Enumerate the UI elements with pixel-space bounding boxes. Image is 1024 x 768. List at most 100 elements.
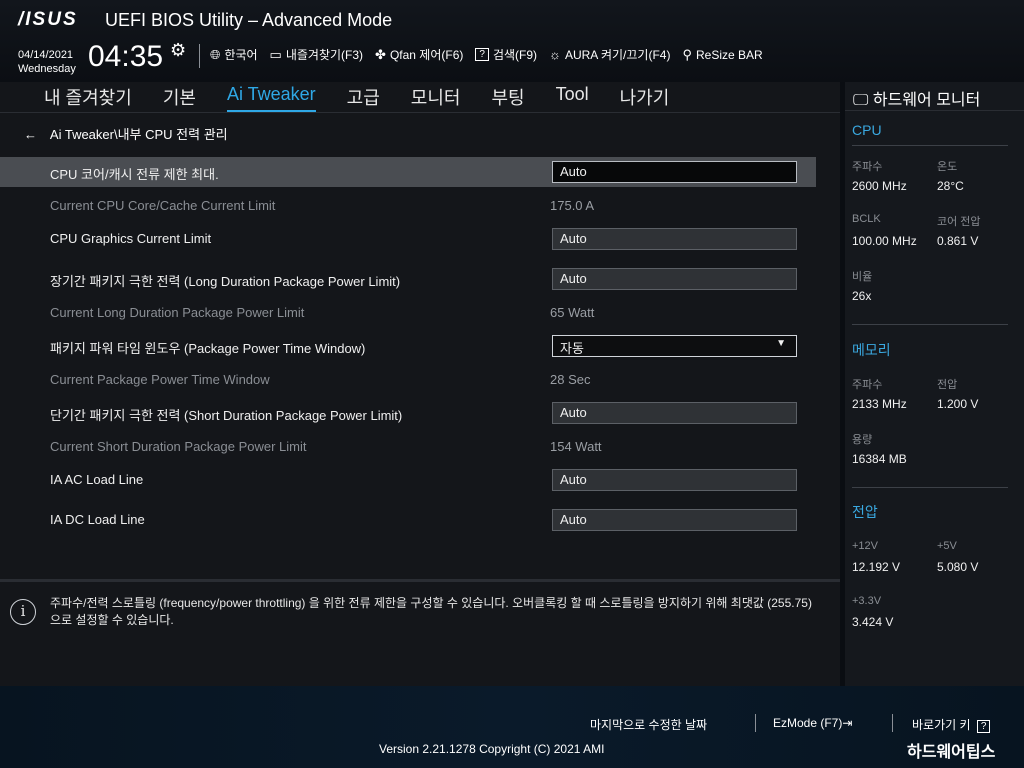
main-panel: 내 즐겨찾기 기본 Ai Tweaker 고급 모니터 부팅 Tool 나가기 … xyxy=(0,82,840,686)
setting-value: 175.0 A xyxy=(550,198,595,213)
hotkeys-label: 바로가기 키 xyxy=(912,718,971,732)
setting-label: Current Short Duration Package Power Lim… xyxy=(50,439,307,454)
v12-value: 12.192 V xyxy=(852,560,901,574)
setting-label: CPU 코어/캐시 전류 제한 최대. xyxy=(50,167,219,182)
setting-row-package-time-window[interactable]: 패키지 파워 타임 윈도우 (Package Power Time Window… xyxy=(0,331,816,361)
divider xyxy=(892,714,893,732)
ratio-value: 26x xyxy=(852,289,872,303)
cpu-graphics-limit-input[interactable]: Auto xyxy=(552,228,797,250)
hardware-monitor-label: 하드웨어 모니터 xyxy=(872,92,981,109)
setting-label: IA DC Load Line xyxy=(50,512,145,527)
header: /ISUS UEFI BIOS Utility – Advanced Mode … xyxy=(0,0,1024,82)
search-label: 검색(F9) xyxy=(492,48,538,62)
search-button[interactable]: ? 검색(F9) xyxy=(475,46,537,63)
setting-row-short-duration-limit[interactable]: 단기간 패키지 극한 전력 (Short Duration Package Po… xyxy=(0,398,816,428)
setting-label: Current CPU Core/Cache Current Limit xyxy=(50,198,276,213)
tab-tool[interactable]: Tool xyxy=(556,84,589,112)
ia-ac-load-line-input[interactable]: Auto xyxy=(552,469,797,491)
day-text: Wednesday xyxy=(18,63,76,75)
short-duration-limit-input[interactable]: Auto xyxy=(552,402,797,424)
setting-row-cpu-core-cache-limit[interactable]: CPU 코어/캐시 전류 제한 최대. Auto xyxy=(0,157,816,187)
setting-row-long-duration-limit[interactable]: 장기간 패키지 극한 전력 (Long Duration Package Pow… xyxy=(0,264,816,294)
toolbar: 🌐︎ 한국어 ▭ 내즐겨찾기(F3) ✤ Qfan 제어(F6) ? 검색(F9… xyxy=(210,46,763,63)
setting-row-current-time-window: Current Package Power Time Window 28 Sec xyxy=(0,365,816,395)
asus-logo: /ISUS xyxy=(18,9,78,30)
ezmode-button[interactable]: EzMode (F7)⇥ xyxy=(773,716,852,730)
cpu-temp-value: 28°C xyxy=(937,179,964,193)
tab-ai-tweaker[interactable]: Ai Tweaker xyxy=(226,84,316,112)
cpu-core-cache-limit-input[interactable]: Auto xyxy=(552,161,797,183)
menu-tabs: 내 즐겨찾기 기본 Ai Tweaker 고급 모니터 부팅 Tool 나가기 xyxy=(44,84,700,112)
setting-row-current-long-duration: Current Long Duration Package Power Limi… xyxy=(0,298,816,328)
qfan-label: Qfan 제어(F6) xyxy=(389,48,464,62)
language-button[interactable]: 🌐︎ 한국어 xyxy=(210,46,258,63)
resize-bar-icon: ⚲ xyxy=(682,46,692,62)
mem-freq-label: 주파수 xyxy=(852,379,883,391)
hotkeys-button[interactable]: 바로가기 키 ? xyxy=(912,716,991,733)
divider xyxy=(755,714,756,732)
tab-main[interactable]: 기본 xyxy=(163,84,196,112)
long-duration-limit-input[interactable]: Auto xyxy=(552,268,797,290)
tab-advanced[interactable]: 고급 xyxy=(347,84,380,112)
divider xyxy=(845,110,1024,111)
breadcrumb-text: Ai Tweaker\내부 CPU 전력 관리 xyxy=(49,127,228,142)
package-time-window-dropdown[interactable]: 자동 ▼ xyxy=(552,335,797,357)
info-divider xyxy=(0,579,840,582)
setting-row-current-short-duration: Current Short Duration Package Power Lim… xyxy=(0,432,816,462)
resize-bar-label: ReSize BAR xyxy=(695,47,763,62)
v5-value: 5.080 V xyxy=(937,560,979,574)
v12-label: +12V xyxy=(852,540,878,552)
dropdown-value: 자동 xyxy=(560,341,584,356)
ratio-label: 비율 xyxy=(852,271,873,283)
setting-value: 65 Watt xyxy=(550,305,595,320)
divider xyxy=(199,44,200,68)
aura-icon: ☼ xyxy=(549,47,561,62)
resize-bar-button[interactable]: ⚲ ReSize BAR xyxy=(682,46,762,63)
tab-exit[interactable]: 나가기 xyxy=(620,84,670,112)
help-description: 주파수/전력 스로틀링 (frequency/power throttling)… xyxy=(50,596,812,627)
setting-label: Current Long Duration Package Power Limi… xyxy=(50,305,305,320)
tab-boot[interactable]: 부팅 xyxy=(491,84,524,112)
setting-label: 단기간 패키지 극한 전력 (Short Duration Package Po… xyxy=(50,408,403,423)
tab-favorites[interactable]: 내 즐겨찾기 xyxy=(44,84,132,112)
last-modified-button[interactable]: 마지막으로 수정한 날짜 xyxy=(590,716,707,733)
footer: 마지막으로 수정한 날짜 EzMode (F7)⇥ 바로가기 키 ? Versi… xyxy=(0,686,1024,768)
gear-icon[interactable]: ⚙ xyxy=(170,40,186,61)
qfan-button[interactable]: ✤ Qfan 제어(F6) xyxy=(375,46,463,63)
breadcrumb[interactable]: ← Ai Tweaker\내부 CPU 전력 관리 xyxy=(24,124,228,143)
memory-heading: 메모리 xyxy=(852,342,891,358)
date-display: 04/14/2021 Wednesday xyxy=(18,48,76,76)
setting-value: 154 Watt xyxy=(550,439,602,454)
setting-label: 패키지 파워 타임 윈도우 (Package Power Time Window… xyxy=(50,341,366,356)
cpu-heading: CPU xyxy=(852,122,882,138)
help-icon: ? xyxy=(475,48,489,61)
v33-label: +3.3V xyxy=(852,595,882,607)
tab-monitor[interactable]: 모니터 xyxy=(411,84,461,112)
divider xyxy=(852,145,1008,146)
cpu-freq-label: 주파수 xyxy=(852,161,883,173)
aura-button[interactable]: ☼ AURA 켜기/끄기(F4) xyxy=(549,46,670,63)
core-voltage-value: 0.861 V xyxy=(937,234,979,248)
version-text: Version 2.21.1278 Copyright (C) 2021 AMI xyxy=(379,742,605,756)
setting-row-cpu-graphics-limit[interactable]: CPU Graphics Current Limit Auto xyxy=(0,224,816,254)
bookmark-icon: ▭ xyxy=(269,46,282,62)
divider xyxy=(852,324,1008,325)
monitor-icon: 🖵︎ xyxy=(853,92,869,109)
divider xyxy=(852,487,1008,488)
help-icon: ? xyxy=(976,720,991,733)
favorites-label: 내즐겨찾기(F3) xyxy=(285,48,364,62)
hardware-monitor-panel: 🖵︎ 하드웨어 모니터 CPU 주파수 온도 2600 MHz 28°C BCL… xyxy=(845,82,1024,686)
favorites-button[interactable]: ▭ 내즐겨찾기(F3) xyxy=(270,46,364,63)
mem-capacity-label: 용량 xyxy=(852,434,873,446)
mem-volt-value: 1.200 V xyxy=(937,397,979,411)
date-text: 04/14/2021 xyxy=(18,49,74,61)
setting-row-ia-dc-load-line[interactable]: IA DC Load Line Auto xyxy=(0,505,816,535)
ia-dc-load-line-input[interactable]: Auto xyxy=(552,509,797,531)
globe-icon: 🌐︎ xyxy=(210,46,221,62)
info-icon: i xyxy=(10,599,36,625)
setting-row-ia-ac-load-line[interactable]: IA AC Load Line Auto xyxy=(0,465,816,495)
back-arrow-icon[interactable]: ← xyxy=(24,127,37,142)
watermark: 하드웨어팁스 xyxy=(907,742,996,761)
language-label: 한국어 xyxy=(224,48,258,62)
tab-divider xyxy=(0,112,840,113)
